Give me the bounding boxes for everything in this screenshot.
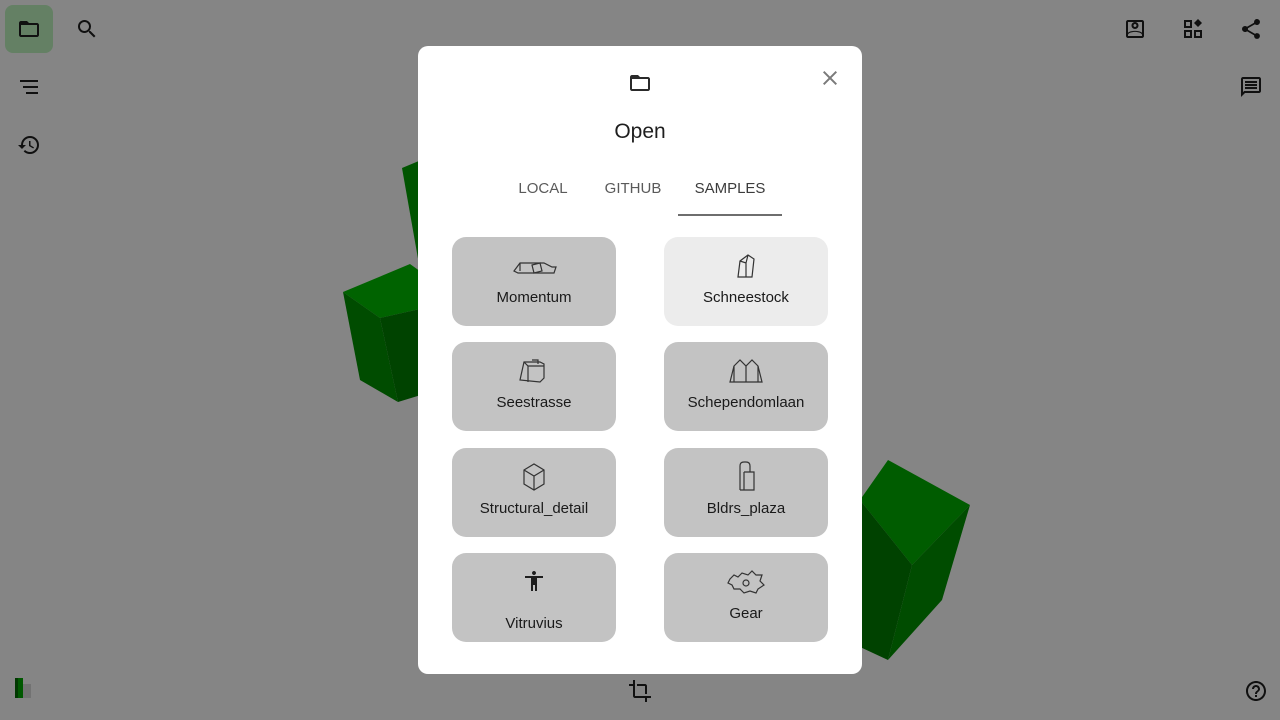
structural-detail-model-icon [452,460,616,492]
sample-card-momentum[interactable]: Momentum [452,237,616,326]
momentum-model-icon [452,249,616,281]
gear-model-icon [664,565,828,597]
schneestock-model-icon [664,249,828,281]
close-dialog-button[interactable] [818,66,842,90]
sample-label: Vitruvius [505,615,563,632]
dialog-folder-icon [628,71,652,95]
vitruvius-figure-icon [452,569,616,601]
open-dialog: Open LOCAL GITHUB SAMPLES Momentum Schne… [418,46,862,674]
close-icon [823,71,837,85]
sample-label: Schneestock [703,289,789,306]
sample-card-structural-detail[interactable]: Structural_detail [452,448,616,537]
tab-local[interactable]: LOCAL [510,174,576,214]
sample-card-vitruvius[interactable]: Vitruvius [452,553,616,642]
dialog-title: Open [614,120,666,143]
sample-label: Seestrasse [496,394,572,411]
sample-card-schependomlaan[interactable]: Schependomlaan [664,342,828,431]
tab-github[interactable]: GITHUB [598,174,668,214]
sample-label: Schependomlaan [687,394,805,411]
sample-label: Bldrs_plaza [706,500,786,517]
schependomlaan-model-icon [664,354,828,386]
sample-label: Momentum [496,289,572,306]
bldrs-plaza-model-icon [664,460,828,492]
tab-samples[interactable]: SAMPLES [678,174,782,216]
sample-card-schneestock[interactable]: Schneestock [664,237,828,326]
source-tabs: LOCAL GITHUB SAMPLES [418,174,862,216]
sample-card-gear[interactable]: Gear [664,553,828,642]
seestrasse-model-icon [452,354,616,386]
sample-label: Structural_detail [479,500,589,517]
sample-label: Gear [729,605,763,622]
sample-card-bldrs-plaza[interactable]: Bldrs_plaza [664,448,828,537]
sample-card-seestrasse[interactable]: Seestrasse [452,342,616,431]
